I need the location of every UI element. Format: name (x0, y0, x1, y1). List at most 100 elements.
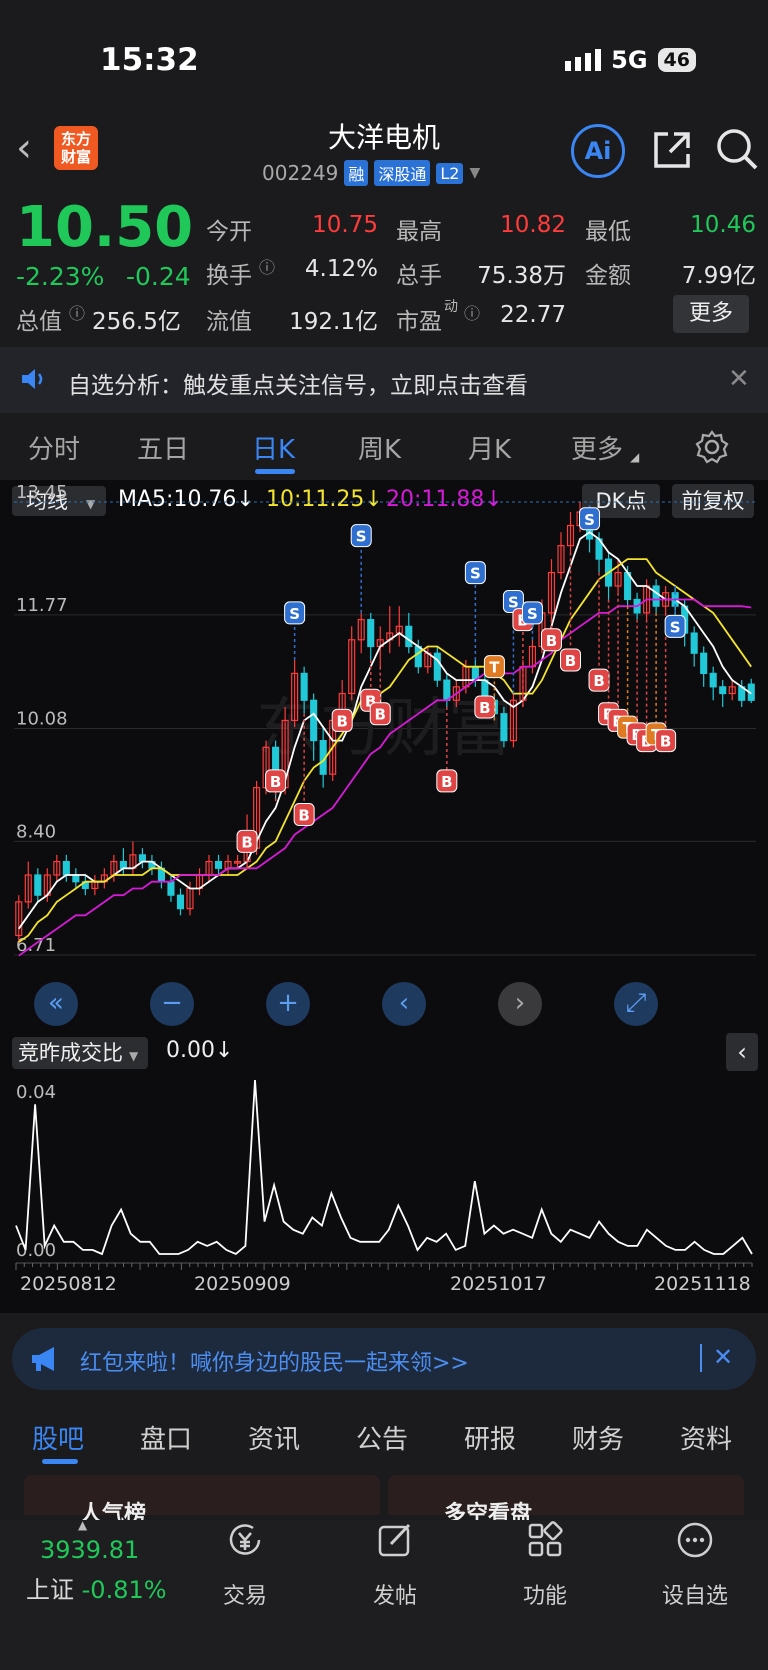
tab-monthly[interactable]: 月K (468, 429, 511, 466)
candlestick-chart[interactable]: 13.4511.7710.088.406.71东方财富BBSBBSBBBSBTS… (0, 480, 768, 1035)
zoom-in-button[interactable]: + (266, 982, 310, 1026)
nav-label: 功能 (522, 1584, 567, 1609)
next-button[interactable]: › (498, 982, 542, 1026)
signal-label: B (336, 712, 347, 730)
popularity-card[interactable] (24, 1475, 380, 1515)
dropdown-icon[interactable]: ▼ (469, 165, 480, 181)
tab-forum[interactable]: 股吧 (32, 1419, 84, 1456)
signal-label: B (479, 699, 490, 717)
fullscreen-icon[interactable]: ⤢ (614, 982, 658, 1026)
signal-label: S (527, 605, 538, 623)
pe-sup: 动 (444, 299, 458, 315)
open-value: 10.75 (312, 212, 378, 238)
candle-body (72, 874, 80, 883)
change-percent: -2.23% (16, 262, 105, 291)
more-button[interactable]: 更多 (673, 295, 749, 333)
signal-label: B (298, 807, 309, 825)
network-type: 5G (611, 46, 648, 74)
sub-indicator-selector[interactable]: 竞昨成交比 ▼ (12, 1037, 148, 1069)
signal-label: S (470, 565, 481, 583)
status-indicators: 5G 46 (565, 46, 696, 74)
tab-news[interactable]: 资讯 (248, 1419, 300, 1456)
megaphone-icon (30, 1345, 62, 1377)
tab-weekly[interactable]: 周K (358, 429, 401, 466)
sub-series-line (15, 1079, 753, 1256)
candle-body (167, 881, 175, 896)
nav-label: 发帖 (372, 1584, 417, 1609)
info-icon[interactable]: ⓘ (69, 300, 85, 324)
candle-body (433, 652, 441, 681)
tab-announcements[interactable]: 公告 (356, 1419, 408, 1456)
candle-body (367, 619, 375, 648)
info-icon[interactable]: ⓘ (464, 300, 480, 324)
volume-value: 75.38万 (477, 263, 566, 289)
candle-body (700, 652, 708, 674)
low-label: 最低 (585, 219, 631, 245)
tab-intraday[interactable]: 分时 (28, 429, 80, 466)
share-icon[interactable] (650, 128, 694, 176)
signal-label: S (584, 511, 595, 529)
tag-connect: 深股通 (374, 160, 431, 186)
sub-indicator-label: 竞昨成交比 (18, 1041, 123, 1065)
index-value[interactable]: 3939.81 (40, 1536, 139, 1564)
trade-icon (190, 1520, 300, 1568)
nav-trade[interactable]: 交易 (190, 1520, 300, 1610)
candle-body (138, 854, 146, 863)
notice-text[interactable]: 自选分析：触发重点关注信号，立即点击查看 (68, 366, 528, 400)
signal-label: B (593, 672, 604, 690)
price-axis-label: 13.45 (16, 482, 68, 503)
tab-research[interactable]: 研报 (464, 1419, 516, 1456)
signal-label: B (660, 733, 671, 751)
candle-body (62, 860, 70, 876)
amount-label: 金额 (585, 263, 631, 289)
signal-label: S (670, 618, 681, 636)
info-icon[interactable]: ⓘ (259, 254, 275, 278)
candle-body (443, 679, 451, 701)
signal-label: T (489, 659, 500, 677)
index-change: -0.81% (81, 1576, 167, 1604)
tab-orderbook[interactable]: 盘口 (140, 1419, 192, 1456)
mcap-value: 256.5亿 (92, 309, 181, 335)
sub-axis-label: 0.04 (16, 1082, 56, 1103)
tab-profile[interactable]: 资料 (680, 1419, 732, 1456)
status-time: 15:32 (100, 42, 199, 78)
collapse-button[interactable]: ‹ (726, 1033, 758, 1071)
scroll-left-icon[interactable]: « (34, 982, 78, 1026)
candle-body (719, 686, 727, 695)
change-amount: -0.24 (126, 262, 191, 291)
nav-functions[interactable]: 功能 (490, 1520, 600, 1610)
gear-icon[interactable] (695, 430, 729, 468)
signal-label: B (441, 773, 452, 791)
close-icon[interactable]: ✕ (713, 1343, 733, 1371)
sub-indicator-value: 0.00↓ (166, 1038, 234, 1063)
candle-body (652, 585, 660, 607)
active-tab-indicator (255, 469, 295, 474)
tab-5day[interactable]: 五日 (137, 429, 189, 466)
battery-icon: 46 (657, 48, 696, 72)
ai-button[interactable]: Ai (571, 124, 625, 178)
amount-value: 7.99亿 (681, 263, 756, 289)
zoom-out-button[interactable]: − (150, 982, 194, 1026)
nav-post[interactable]: 发帖 (340, 1520, 450, 1610)
promo-text[interactable]: 红包来啦！喊你身边的股民一起来领>> (80, 1345, 469, 1377)
grid-icon (490, 1520, 600, 1568)
candle-body (500, 713, 508, 742)
search-icon[interactable] (714, 126, 760, 176)
stock-code: 002249 (262, 161, 339, 185)
date-label: 20250812 (20, 1273, 117, 1295)
tab-daily[interactable]: 日K (252, 429, 295, 466)
high-label: 最高 (396, 219, 442, 245)
more-icon (640, 1520, 750, 1568)
tab-finance[interactable]: 财务 (572, 1419, 624, 1456)
candle-body (214, 860, 223, 869)
tab-more[interactable]: 更多 (571, 429, 623, 466)
close-icon[interactable]: ✕ (728, 364, 750, 394)
index-name-row[interactable]: 上证 -0.81% (26, 1570, 167, 1605)
prev-button[interactable]: ‹ (382, 982, 426, 1026)
candle-body (119, 860, 127, 869)
candle-body (310, 699, 318, 742)
candle-body (176, 894, 185, 910)
nav-add-watchlist[interactable]: 设自选 (640, 1520, 750, 1610)
longshort-card[interactable] (388, 1475, 744, 1515)
stock-code-row: 002249 融 深股通 L2 ▼ (262, 160, 480, 186)
